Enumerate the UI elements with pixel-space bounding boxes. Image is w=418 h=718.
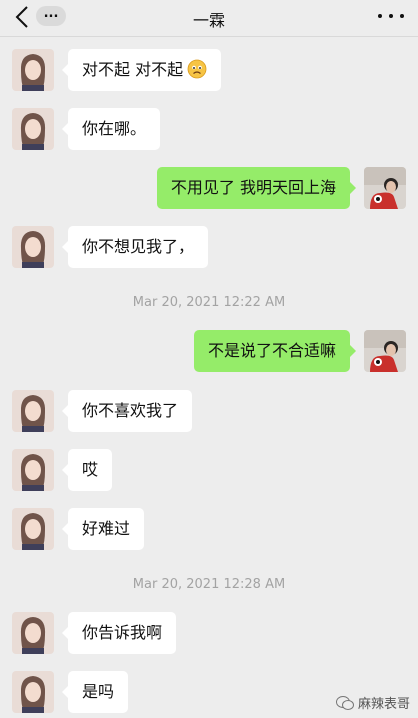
contact-avatar[interactable] <box>12 671 54 713</box>
message-text: 对不起 对不起 <box>82 60 184 79</box>
message-text: 你在哪。 <box>82 119 147 138</box>
wechat-icon <box>335 695 354 710</box>
chat-title: 一霖 <box>192 11 225 30</box>
message-text: 不是说了不合适嘛 <box>207 341 336 360</box>
message-bubble[interactable]: 你不喜欢我了 <box>61 390 193 432</box>
watermark-text: 麻辣表哥 <box>357 697 410 712</box>
chat-header: ... 一霖 <box>0 0 418 37</box>
user-avatar[interactable] <box>364 330 406 372</box>
user-avatar[interactable] <box>364 167 406 209</box>
message-bubble[interactable]: 你告诉我啊 <box>61 612 177 654</box>
watermark: 麻辣表哥 <box>335 693 410 712</box>
contact-avatar[interactable] <box>12 390 54 432</box>
message-text: 你不喜欢我了 <box>82 401 179 420</box>
message-text: 你告诉我啊 <box>82 623 163 642</box>
message-text: 哎 <box>82 460 99 479</box>
contact-avatar[interactable] <box>12 108 54 150</box>
message-bubble[interactable]: 不用见了 我明天回上海 <box>156 167 357 209</box>
message-text: 是吗 <box>82 682 115 701</box>
message-bubble[interactable]: 不是说了不合适嘛 <box>193 330 357 372</box>
message-text: 不用见了 我明天回上海 <box>170 178 336 197</box>
more-dots-icon <box>378 14 382 18</box>
message-bubble[interactable]: 好难过 <box>61 508 145 550</box>
message-bubble[interactable]: 你在哪。 <box>61 108 161 150</box>
contact-avatar[interactable] <box>12 449 54 491</box>
message-bubble[interactable]: 是吗 <box>61 671 129 713</box>
message-bubble[interactable]: 哎 <box>61 449 113 491</box>
more-button[interactable] <box>378 6 404 26</box>
sad-face-icon <box>187 59 207 79</box>
contact-avatar[interactable] <box>12 508 54 550</box>
message-timestamp: Mar 20, 2021 12:28 AM <box>132 577 286 592</box>
message-bubble[interactable]: 对不起 对不起 <box>61 49 222 91</box>
message-bubble[interactable]: 你不想见我了， <box>61 226 209 268</box>
contact-avatar[interactable] <box>12 612 54 654</box>
message-text: 你不想见我了， <box>82 237 195 256</box>
contact-avatar[interactable] <box>12 226 54 268</box>
chat-screen: ... 一霖 对不起 对不起 你在哪。 不用见了 我明天回上海 你不想见我了， … <box>0 0 418 718</box>
contact-avatar[interactable] <box>12 49 54 91</box>
message-text: 好难过 <box>82 519 131 538</box>
message-timestamp: Mar 20, 2021 12:22 AM <box>132 295 286 310</box>
